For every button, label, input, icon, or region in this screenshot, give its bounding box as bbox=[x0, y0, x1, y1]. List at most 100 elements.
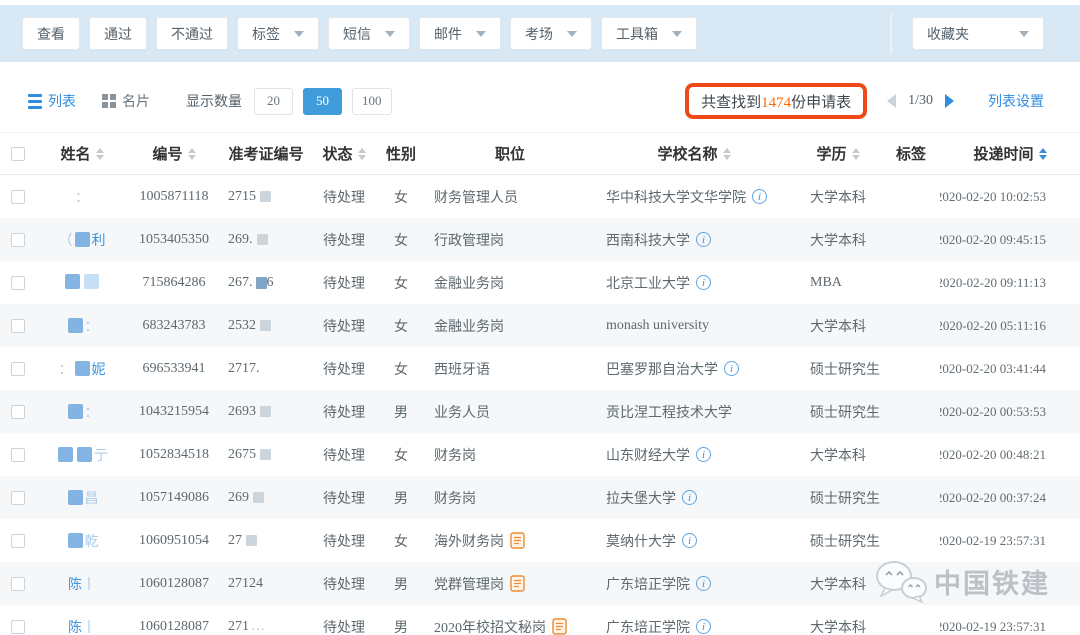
cell-school: 北京工业大学 i bbox=[594, 261, 794, 304]
column-header-id[interactable]: 编号 bbox=[128, 133, 220, 174]
cell-status: 待处理 bbox=[312, 218, 376, 261]
cell-time: 2020-02-20 09:45:15 bbox=[940, 218, 1080, 261]
info-icon[interactable]: i bbox=[724, 361, 739, 376]
cell-status: 待处理 bbox=[312, 261, 376, 304]
position-text: 2020年校招文秘岗 bbox=[434, 617, 546, 635]
cell-position: 财务岗 bbox=[426, 476, 594, 519]
applicant-name-link[interactable]: 陈丨 bbox=[68, 574, 96, 594]
name-text: 陈 bbox=[68, 578, 82, 593]
name-redacted-text: 亍 bbox=[94, 449, 108, 464]
prev-page-button[interactable] bbox=[887, 94, 896, 108]
favorites-dropdown[interactable]: 收藏夹 bbox=[912, 17, 1044, 50]
select-all-checkbox[interactable] bbox=[11, 147, 25, 161]
resume-doc-icon[interactable] bbox=[510, 575, 525, 592]
applicant-name-link[interactable]: 乾 bbox=[66, 531, 99, 551]
cell-degree: 硕士研究生 bbox=[794, 390, 882, 433]
cell-status: 待处理 bbox=[312, 304, 376, 347]
cell-position: 金融业务岗 bbox=[426, 261, 594, 304]
applicant-name-link[interactable] bbox=[63, 274, 101, 292]
ticket-redaction-block bbox=[260, 449, 271, 460]
column-header-status[interactable]: 状态 bbox=[312, 133, 376, 174]
row-checkbox[interactable] bbox=[11, 233, 25, 247]
applicant-name-link[interactable]: ： bbox=[75, 187, 89, 207]
row-checkbox[interactable] bbox=[11, 319, 25, 333]
cell-select bbox=[0, 261, 36, 304]
table-row: ：6832437832532待处理女金融业务岗monash university… bbox=[0, 304, 1080, 347]
cell-ticket: 27124 bbox=[220, 562, 312, 605]
name-redacted-text: 丨 bbox=[82, 578, 96, 593]
name-redaction-block bbox=[68, 533, 83, 548]
info-icon[interactable]: i bbox=[682, 533, 697, 548]
tag-dropdown[interactable]: 标签 bbox=[237, 17, 319, 50]
cell-select bbox=[0, 304, 36, 347]
cell-ticket: 269 bbox=[220, 476, 312, 519]
info-icon[interactable]: i bbox=[696, 576, 711, 591]
info-icon[interactable]: i bbox=[696, 232, 711, 247]
name-redacted-text: （ bbox=[59, 234, 73, 249]
position-text: 党群管理岗 bbox=[434, 574, 504, 594]
info-icon[interactable]: i bbox=[696, 619, 711, 634]
applicant-name-link[interactable]: （利 bbox=[59, 230, 106, 250]
exam-room-dropdown[interactable]: 考场 bbox=[510, 17, 592, 50]
name-redaction-block bbox=[68, 318, 83, 333]
cell-position: 党群管理岗 bbox=[426, 562, 594, 605]
cell-id: 1005871118 bbox=[128, 175, 220, 218]
toolbox-dropdown[interactable]: 工具箱 bbox=[601, 17, 697, 50]
row-checkbox[interactable] bbox=[11, 190, 25, 204]
column-header-name[interactable]: 姓名 bbox=[36, 133, 128, 174]
sort-icon bbox=[1039, 148, 1047, 160]
cell-id: 1043215954 bbox=[128, 390, 220, 433]
position-text: 海外财务岗 bbox=[434, 531, 504, 551]
sms-dropdown[interactable]: 短信 bbox=[328, 17, 410, 50]
list-view-toggle[interactable]: 列表 bbox=[28, 91, 76, 111]
info-icon[interactable]: i bbox=[696, 275, 711, 290]
applicant-name-link[interactable]: ：妮 bbox=[59, 359, 106, 379]
resume-doc-icon[interactable] bbox=[552, 618, 567, 635]
applicant-name-link[interactable]: ： bbox=[66, 316, 99, 336]
row-checkbox[interactable] bbox=[11, 491, 25, 505]
pass-button[interactable]: 通过 bbox=[89, 17, 147, 50]
column-header-degree[interactable]: 学历 bbox=[794, 133, 882, 174]
card-view-toggle[interactable]: 名片 bbox=[102, 91, 150, 111]
sort-icon bbox=[723, 148, 731, 160]
info-icon[interactable]: i bbox=[696, 447, 711, 462]
view-button[interactable]: 查看 bbox=[22, 17, 80, 50]
cell-ticket: 27 bbox=[220, 519, 312, 562]
count-option-100[interactable]: 100 bbox=[352, 88, 392, 115]
row-checkbox[interactable] bbox=[11, 534, 25, 548]
row-checkbox[interactable] bbox=[11, 362, 25, 376]
cell-name: ： bbox=[36, 175, 128, 218]
fail-button[interactable]: 不通过 bbox=[156, 17, 228, 50]
count-option-50[interactable]: 50 bbox=[303, 88, 342, 115]
applicant-name-link[interactable]: 昌 bbox=[66, 488, 99, 508]
resume-doc-icon[interactable] bbox=[510, 532, 525, 549]
school-name-text: 贡比涅工程技术大学 bbox=[606, 402, 732, 422]
email-dropdown[interactable]: 邮件 bbox=[419, 17, 501, 50]
chevron-down-icon bbox=[476, 31, 486, 37]
row-checkbox[interactable] bbox=[11, 448, 25, 462]
row-checkbox[interactable] bbox=[11, 276, 25, 290]
row-checkbox[interactable] bbox=[11, 577, 25, 591]
school-name-text: 北京工业大学 bbox=[606, 273, 690, 293]
name-redacted-text: ： bbox=[85, 406, 99, 421]
applicant-name-link[interactable]: 亍 bbox=[56, 445, 108, 465]
applicant-name-link[interactable]: ： bbox=[66, 402, 99, 422]
column-header-select bbox=[0, 133, 36, 174]
cell-gender: 女 bbox=[376, 519, 426, 562]
table-row: 亍10528345182675待处理女财务岗山东财经大学i大学本科2020-02… bbox=[0, 433, 1080, 476]
list-settings-link[interactable]: 列表设置 bbox=[988, 91, 1044, 111]
row-checkbox[interactable] bbox=[11, 405, 25, 419]
column-header-ticket: 准考证编号 bbox=[220, 133, 312, 174]
column-header-school[interactable]: 学校名称 bbox=[594, 133, 794, 174]
ticket-redaction-block bbox=[260, 191, 271, 202]
info-icon[interactable]: i bbox=[682, 490, 697, 505]
cell-gender: 男 bbox=[376, 605, 426, 635]
info-icon[interactable]: i bbox=[752, 189, 767, 204]
next-page-button[interactable] bbox=[945, 94, 954, 108]
applicant-name-link[interactable]: 陈丨 bbox=[68, 617, 96, 635]
column-header-time[interactable]: 投递时间 bbox=[940, 133, 1080, 174]
row-checkbox[interactable] bbox=[11, 620, 25, 634]
school-name-text: 莫纳什大学 bbox=[606, 531, 676, 551]
cell-tag bbox=[882, 605, 940, 635]
count-option-20[interactable]: 20 bbox=[254, 88, 293, 115]
